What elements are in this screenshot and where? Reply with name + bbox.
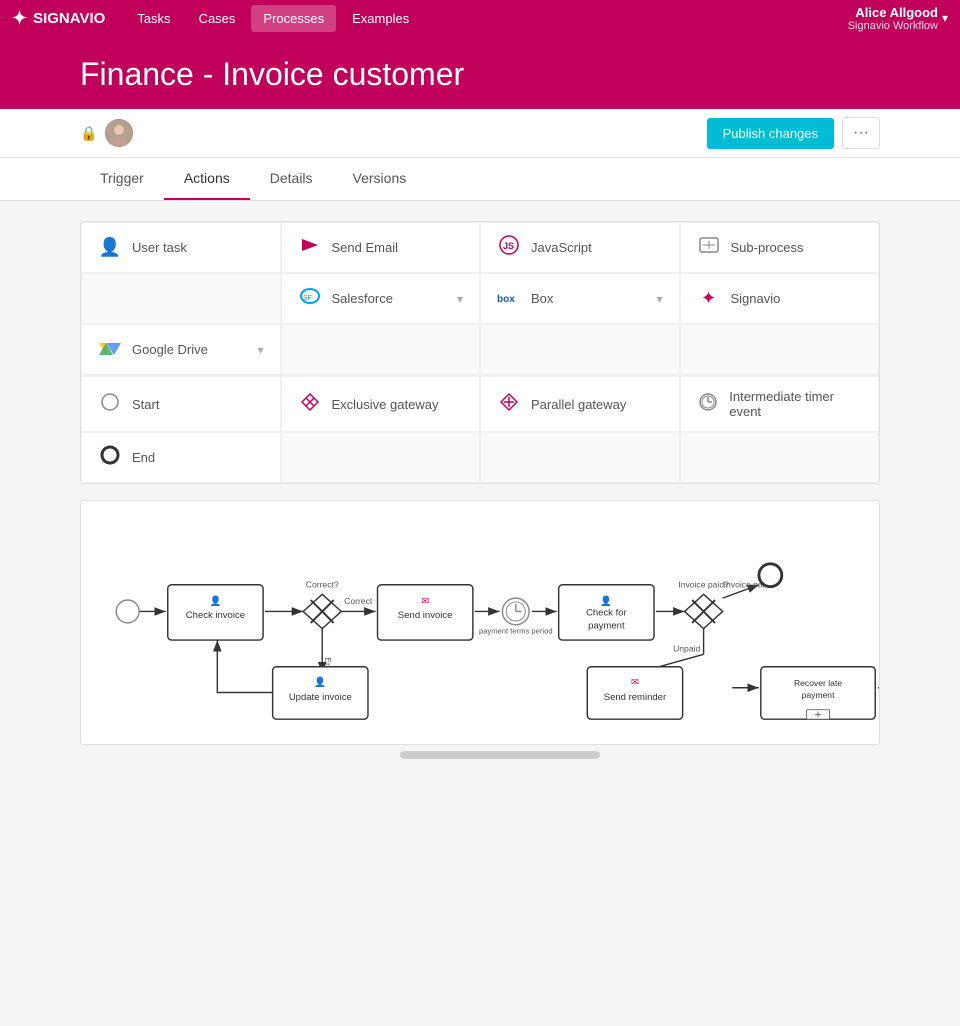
svg-text:SF: SF [303, 295, 312, 302]
timer-event-icon [697, 392, 720, 417]
send-email-label: Send Email [332, 240, 398, 255]
svg-text:Send reminder: Send reminder [604, 692, 667, 703]
lock-icon: 🔒 [80, 125, 97, 142]
page-title: Finance - Invoice customer [80, 56, 880, 93]
navbar: ✦ SIGNAVIO Tasks Cases Processes Example… [0, 0, 960, 36]
main-content: 👤 User task Send Email JS Jav [0, 201, 960, 781]
palette-signavio[interactable]: ✦ Signavio [680, 273, 880, 324]
javascript-icon: JS [497, 235, 521, 260]
tabs-bar: Trigger Actions Details Versions [0, 158, 960, 201]
salesforce-label: Salesforce [332, 291, 393, 306]
svg-text:box: box [497, 294, 515, 304]
logo-icon: ✦ [12, 8, 27, 29]
palette-javascript[interactable]: JS JavaScript [480, 222, 680, 273]
bpmn-canvas[interactable]: Correct Invoice paid Errors found Unpaid [80, 500, 880, 745]
palette-box[interactable]: box Box ▾ [480, 273, 680, 324]
nav-links: Tasks Cases Processes Examples [125, 5, 827, 32]
tab-actions[interactable]: Actions [164, 158, 250, 200]
svg-text:✉: ✉ [421, 596, 429, 607]
javascript-label: JavaScript [531, 240, 592, 255]
logo: ✦ SIGNAVIO [12, 8, 105, 29]
send-email-icon [298, 237, 322, 258]
svg-text:Send invoice: Send invoice [398, 610, 453, 621]
signavio-label: Signavio [731, 291, 781, 306]
svg-text:Correct?: Correct? [306, 580, 339, 590]
palette-user-task[interactable]: 👤 User task [81, 222, 281, 273]
palette-timer-event[interactable]: Intermediate timer event [680, 376, 880, 432]
salesforce-expand-icon: ▾ [457, 292, 463, 306]
logo-text: SIGNAVIO [33, 10, 105, 27]
nav-examples[interactable]: Examples [340, 5, 421, 32]
svg-text:Update invoice: Update invoice [289, 692, 352, 703]
parallel-gateway-icon [497, 392, 521, 417]
end-icon [98, 445, 122, 470]
sub-process-icon [697, 237, 721, 258]
user-menu[interactable]: Alice Allgood Signavio Workflow ▾ [848, 5, 948, 32]
svg-text:👤: 👤 [209, 595, 221, 607]
palette-parallel-gateway[interactable]: Parallel gateway [480, 376, 680, 432]
nav-processes[interactable]: Processes [251, 5, 336, 32]
palette: 👤 User task Send Email JS Jav [80, 221, 880, 484]
svg-text:payment: payment [802, 690, 836, 700]
bpmn-diagram: Correct Invoice paid Errors found Unpaid [101, 521, 880, 721]
svg-text:Invoice paid?: Invoice paid? [678, 580, 729, 590]
google-drive-icon [98, 337, 122, 362]
google-drive-label: Google Drive [132, 342, 208, 357]
svg-text:👤: 👤 [314, 676, 326, 688]
box-label: Box [531, 291, 553, 306]
palette-end[interactable]: End [81, 432, 281, 483]
svg-text:Check for: Check for [586, 607, 628, 618]
horizontal-scrollbar[interactable] [80, 749, 880, 761]
tab-versions[interactable]: Versions [333, 158, 427, 200]
publish-button[interactable]: Publish changes [707, 118, 834, 149]
google-drive-expand-icon: ▾ [257, 343, 263, 357]
palette-grid: 👤 User task Send Email JS Jav [81, 222, 879, 483]
svg-text:JS: JS [503, 241, 514, 251]
scrollbar-thumb[interactable] [400, 751, 600, 759]
tab-details[interactable]: Details [250, 158, 333, 200]
nav-cases[interactable]: Cases [187, 5, 248, 32]
box-icon: box [497, 288, 521, 309]
tab-trigger[interactable]: Trigger [80, 158, 164, 200]
svg-text:Correct: Correct [344, 596, 373, 606]
palette-sub-process[interactable]: Sub-process [680, 222, 880, 273]
svg-text:✉: ✉ [631, 677, 639, 688]
svg-text:Recover late: Recover late [794, 678, 842, 688]
svg-text:payment terms period: payment terms period [479, 626, 553, 635]
palette-google-drive[interactable]: Google Drive ▾ [81, 324, 281, 375]
signavio-icon: ✦ [697, 288, 721, 309]
palette-send-email[interactable]: Send Email [281, 222, 481, 273]
user-subtitle: Signavio Workflow [848, 20, 938, 32]
svg-text:Check invoice: Check invoice [186, 610, 245, 621]
palette-exclusive-gateway[interactable]: Exclusive gateway [281, 376, 481, 432]
box-expand-icon: ▾ [656, 292, 662, 306]
timer-event-label: Intermediate timer event [729, 389, 862, 419]
salesforce-icon: SF [298, 286, 322, 311]
exclusive-gateway-label: Exclusive gateway [332, 397, 439, 412]
palette-start[interactable]: Start [81, 376, 281, 432]
start-event [116, 600, 139, 623]
sub-process-label: Sub-process [731, 240, 804, 255]
toolbar: 🔒 Publish changes ··· [0, 109, 960, 158]
avatar [105, 119, 133, 147]
svg-text:payment: payment [588, 621, 625, 632]
user-name: Alice Allgood [848, 5, 938, 20]
svg-text:👤: 👤 [600, 595, 612, 607]
user-task-icon: 👤 [98, 237, 122, 258]
exclusive-gateway-icon [298, 392, 322, 417]
nav-tasks[interactable]: Tasks [125, 5, 182, 32]
palette-salesforce[interactable]: SF Salesforce ▾ [281, 273, 481, 324]
start-icon [98, 392, 122, 417]
end-label: End [132, 450, 155, 465]
start-label: Start [132, 397, 159, 412]
user-task-label: User task [132, 240, 187, 255]
user-chevron-icon: ▾ [942, 11, 948, 25]
page-header: Finance - Invoice customer [0, 36, 960, 109]
svg-text:Unpaid: Unpaid [673, 644, 700, 654]
parallel-gateway-label: Parallel gateway [531, 397, 626, 412]
more-button[interactable]: ··· [842, 117, 880, 149]
